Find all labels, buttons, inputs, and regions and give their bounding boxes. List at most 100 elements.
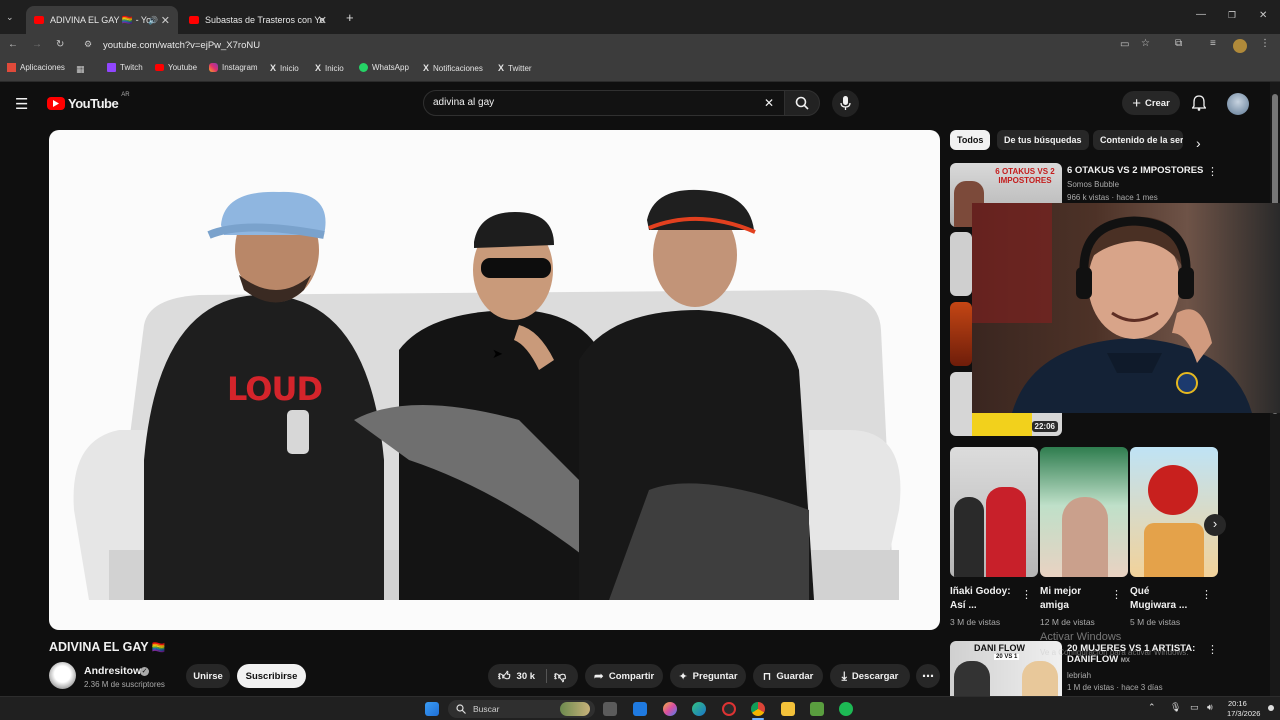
bookmark-inicio-1[interactable]: X Inicio	[270, 63, 299, 73]
rec-more-icon[interactable]: ⋮	[1207, 643, 1218, 656]
outlook-icon[interactable]	[633, 702, 647, 716]
tab-youtube-video[interactable]: ADIVINA EL GAY 🏳️‍🌈 - YouT 🔊 ✕	[26, 6, 178, 34]
plus-icon: +	[1132, 94, 1141, 112]
bookmark-notificaciones[interactable]: X Notificaciones	[423, 63, 483, 73]
streamer-figure	[972, 203, 1252, 413]
ask-label: Preguntar	[692, 670, 738, 682]
thumb-text: 6 OTAKUS VS 2 IMPOSTORES	[995, 167, 1055, 185]
save-button[interactable]: ⊓ Guardar	[753, 664, 823, 688]
short-thumbnail[interactable]	[950, 447, 1038, 577]
chrome-icon[interactable]	[751, 702, 765, 716]
short-title[interactable]: Qué Mugiwara ...	[1130, 585, 1196, 613]
short-more-icon[interactable]: ⋮	[1201, 588, 1212, 601]
video-player[interactable]: LOUD ➤	[49, 130, 940, 630]
search-button[interactable]	[784, 90, 820, 116]
file-explorer-icon[interactable]	[781, 702, 795, 716]
hidden-icons-chevron-icon[interactable]: ⌃	[1148, 702, 1156, 713]
subscribe-button[interactable]: Suscribirse	[237, 664, 306, 688]
youtube-favicon-icon	[34, 16, 44, 24]
create-button[interactable]: + Crear	[1122, 91, 1180, 115]
spotify-icon[interactable]	[839, 702, 853, 716]
channel-avatar[interactable]	[49, 662, 76, 689]
dislike-button[interactable]: 👎︎	[554, 669, 566, 684]
clock-date[interactable]: 17/3/2026	[1227, 709, 1260, 718]
browser-toolbar: ← → ↻ ⚙ youtube.com/watch?v=ejPw_X7roNU …	[0, 34, 1280, 58]
microphone-tray-icon[interactable]: 🎙︎	[1170, 702, 1181, 713]
chip-series-content[interactable]: Contenido de la ser	[1093, 130, 1183, 150]
menu-kebab-icon[interactable]: ⋮	[1260, 38, 1270, 49]
join-label: Unirse	[193, 670, 223, 682]
more-horizontal-icon: ⋯	[922, 669, 934, 683]
short-more-icon[interactable]: ⋮	[1111, 588, 1122, 601]
join-button[interactable]: Unirse	[186, 664, 230, 688]
thumb-figure	[1148, 465, 1198, 515]
bookmark-instagram[interactable]: Instagram	[209, 63, 258, 72]
clock-time[interactable]: 20:16	[1228, 699, 1247, 708]
tab-search-icon[interactable]: ⌄	[6, 12, 14, 23]
extensions-icon[interactable]: ⧉	[1175, 38, 1182, 49]
share-button[interactable]: ➦ Compartir	[585, 664, 663, 688]
media-icon[interactable]: ≡	[1210, 38, 1216, 49]
new-tab-icon[interactable]: +	[346, 10, 354, 25]
shorts-next-button[interactable]: ›	[1204, 514, 1226, 536]
short-more-icon[interactable]: ⋮	[1021, 588, 1032, 601]
rec-thumbnail[interactable]	[950, 232, 972, 296]
profile-icon[interactable]	[1233, 39, 1247, 53]
ask-button[interactable]: ✦ Preguntar	[670, 664, 746, 688]
copilot-icon[interactable]	[663, 702, 677, 716]
bookmark-apps[interactable]: Aplicaciones	[7, 63, 65, 72]
app-icon[interactable]	[722, 702, 736, 716]
bookmark-whatsapp[interactable]: WhatsApp	[359, 63, 409, 72]
notification-center-icon[interactable]	[1268, 705, 1274, 711]
audio-icon[interactable]: 🔊	[148, 16, 158, 25]
site-info-icon[interactable]: ⚙	[84, 39, 92, 50]
volume-icon[interactable]: 🔊︎	[1207, 702, 1213, 713]
short-title[interactable]: Iñaki Godoy: Así ...	[950, 585, 1016, 613]
hamburger-menu-icon[interactable]: ☰	[15, 95, 28, 113]
bookmark-twitter[interactable]: X Twitter	[498, 63, 532, 73]
minimize-icon[interactable]: —	[1196, 9, 1206, 20]
back-icon[interactable]: ←	[8, 39, 18, 50]
close-window-icon[interactable]: ✕	[1259, 10, 1267, 21]
thumbs-down-icon: 👎︎	[554, 669, 567, 683]
bookmark-inicio-2[interactable]: X Inicio	[315, 63, 344, 73]
bookmark-twitch[interactable]: Twitch	[107, 63, 143, 72]
rec-more-icon[interactable]: ⋮	[1207, 165, 1218, 178]
voice-search-button[interactable]	[832, 90, 859, 117]
more-actions-button[interactable]: ⋯	[916, 664, 940, 688]
bookmark-youtube[interactable]: Youtube	[155, 63, 197, 72]
chip-from-searches[interactable]: De tus búsquedas	[997, 130, 1089, 150]
account-avatar[interactable]	[1227, 93, 1249, 115]
rec-title[interactable]: 6 OTAKUS VS 2 IMPOSTORES	[1067, 165, 1203, 176]
tab-close-icon[interactable]: ✕	[161, 14, 170, 27]
edge-icon[interactable]	[692, 702, 706, 716]
country-code: AR	[121, 92, 130, 98]
restore-icon[interactable]: ❐	[1228, 10, 1236, 21]
chips-next-icon[interactable]: ›	[1196, 135, 1201, 151]
taskbar-search-input[interactable]: Buscar	[448, 700, 595, 718]
tab-subastas[interactable]: Subastas de Trasteros con YouT ✕	[181, 6, 361, 34]
tab-close-icon[interactable]: ✕	[318, 14, 327, 27]
notifications-bell-icon[interactable]	[1192, 95, 1206, 111]
cast-icon[interactable]: ▭	[1120, 39, 1129, 50]
address-bar[interactable]: youtube.com/watch?v=ejPw_X7roNU	[103, 40, 260, 51]
forward-icon[interactable]: →	[32, 39, 42, 50]
tab-groups-icon[interactable]: ▦	[76, 64, 85, 75]
like-button[interactable]: 👍︎ 30 k	[488, 669, 535, 684]
rec-thumbnail[interactable]	[950, 302, 972, 366]
youtube-logo[interactable]: YouTube AR	[47, 92, 130, 111]
display-tray-icon[interactable]: ▭	[1190, 702, 1199, 713]
short-title[interactable]: Mi mejor amiga	[1040, 585, 1106, 613]
short-thumbnail[interactable]	[1040, 447, 1128, 577]
app-icon[interactable]	[810, 702, 824, 716]
chip-all[interactable]: Todos	[950, 130, 991, 150]
bookmark-star-icon[interactable]: ☆	[1141, 38, 1150, 49]
search-input[interactable]: adivina al gay ✕	[423, 90, 785, 116]
task-view-icon[interactable]	[603, 702, 617, 716]
channel-name[interactable]: Andresitow	[84, 665, 141, 677]
clear-search-icon[interactable]: ✕	[764, 96, 774, 110]
short-thumbnail[interactable]	[1130, 447, 1218, 577]
reload-icon[interactable]: ↻	[56, 39, 64, 50]
download-button[interactable]: ⤓ Descargar	[830, 664, 910, 688]
windows-start-icon[interactable]	[425, 702, 439, 716]
